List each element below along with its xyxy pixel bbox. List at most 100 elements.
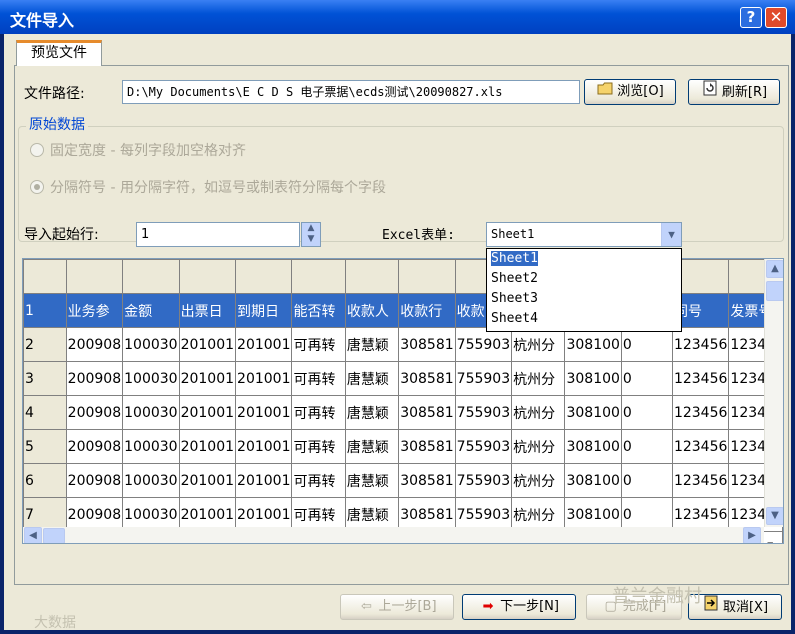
hscroll-thumb[interactable]	[43, 528, 65, 543]
table-cell[interactable]: 唐慧颖	[344, 361, 400, 396]
table-cell[interactable]: 755903	[454, 463, 513, 498]
table-cell[interactable]: 201001	[178, 395, 237, 430]
table-cell[interactable]: 可再转	[291, 395, 346, 430]
table-cell[interactable]: 杭州分	[511, 361, 566, 396]
table-cell[interactable]: 可再转	[291, 429, 346, 464]
table-cell[interactable]: 755903	[454, 361, 513, 396]
sheet-option[interactable]: Sheet3	[487, 289, 681, 309]
column-header[interactable]	[344, 259, 400, 294]
table-cell[interactable]: 755903	[454, 327, 513, 362]
table-cell[interactable]: 201001	[178, 361, 237, 396]
column-header[interactable]	[65, 259, 124, 294]
file-path-field[interactable]: D:\My Documents\E C D S 电子票据\ecds测试\2009…	[122, 80, 580, 104]
table-cell[interactable]: 金额	[122, 293, 180, 328]
table-cell[interactable]: 杭州分	[511, 327, 566, 362]
title-bar[interactable]: 文件导入 ? ✕	[0, 0, 795, 34]
table-cell[interactable]: 可再转	[291, 361, 346, 396]
table-cell[interactable]: 755903	[454, 429, 513, 464]
table-cell[interactable]: 可再转	[291, 327, 346, 362]
help-button[interactable]: ?	[740, 7, 762, 28]
table-cell[interactable]: 200908	[65, 361, 124, 396]
table-cell[interactable]: 唐慧颖	[344, 327, 400, 362]
table-cell[interactable]: 唐慧颖	[344, 463, 400, 498]
table-cell[interactable]: 123456	[671, 327, 730, 362]
column-header[interactable]	[235, 259, 293, 294]
table-cell[interactable]: 201001	[178, 327, 237, 362]
table-cell[interactable]: 到期日	[235, 293, 293, 328]
sheet-option[interactable]: Sheet4	[487, 309, 681, 329]
table-cell[interactable]: 200908	[65, 429, 124, 464]
spin-down-icon[interactable]: ▼	[302, 234, 320, 245]
horizontal-scrollbar[interactable]: ◀ ▶	[23, 527, 764, 543]
row-number-cell[interactable]: 1	[23, 293, 67, 328]
table-cell[interactable]: 201001	[235, 395, 293, 430]
table-cell[interactable]: 123456	[671, 463, 730, 498]
table-cell[interactable]: 755903	[454, 395, 513, 430]
table-row[interactable]: 2 200908 100030 201001 201001 可再转 唐慧颖 308581 755…	[23, 327, 783, 362]
table-cell[interactable]: 308100	[564, 327, 622, 362]
table-row[interactable]: 4 200908 100030 201001 201001 可再转 唐慧颖 308581 755…	[23, 395, 783, 430]
table-cell[interactable]: 能否转	[291, 293, 346, 328]
table-cell[interactable]: 201001	[235, 361, 293, 396]
spin-up-icon[interactable]: ▲	[302, 223, 320, 234]
fixed-width-radio[interactable]	[30, 143, 44, 157]
table-cell[interactable]: 201001	[178, 429, 237, 464]
prev-button[interactable]: ⇦ 上一步[B]	[340, 594, 454, 620]
table-cell[interactable]: 0	[620, 327, 673, 362]
table-cell[interactable]: 唐慧颖	[344, 395, 400, 430]
table-cell[interactable]: 308100	[564, 361, 622, 396]
next-button[interactable]: ➡ 下一步[N]	[462, 594, 576, 620]
table-cell[interactable]: 杭州分	[511, 395, 566, 430]
row-number-cell[interactable]: 3	[23, 361, 67, 396]
table-cell[interactable]: 收款行	[398, 293, 456, 328]
cancel-button[interactable]: 取消[X]	[688, 594, 782, 620]
start-row-input[interactable]: 1	[136, 222, 300, 247]
table-cell[interactable]: 0	[620, 429, 673, 464]
table-cell[interactable]: 0	[620, 361, 673, 396]
table-cell[interactable]: 出票日	[178, 293, 237, 328]
scroll-up-icon[interactable]: ▲	[766, 260, 783, 278]
table-cell[interactable]: 123456	[671, 361, 730, 396]
table-cell[interactable]: 201001	[235, 463, 293, 498]
table-cell[interactable]: 308100	[564, 463, 622, 498]
table-cell[interactable]: 0	[620, 395, 673, 430]
table-cell[interactable]: 杭州分	[511, 463, 566, 498]
table-cell[interactable]: 业务参	[65, 293, 124, 328]
scroll-right-icon[interactable]: ▶	[743, 527, 761, 543]
row-number-cell[interactable]: 5	[23, 429, 67, 464]
scroll-thumb[interactable]	[766, 281, 783, 301]
table-cell[interactable]: 308100	[564, 429, 622, 464]
vertical-scrollbar[interactable]: ▲ ▼	[764, 259, 783, 527]
row-number-cell[interactable]: 4	[23, 395, 67, 430]
table-cell[interactable]: 200908	[65, 327, 124, 362]
table-cell[interactable]: 0	[620, 463, 673, 498]
table-cell[interactable]: 100030	[122, 361, 180, 396]
refresh-button[interactable]: 刷新[R]	[688, 79, 780, 105]
table-row[interactable]: 5 200908 100030 201001 201001 可再转 唐慧颖 308581 755…	[23, 429, 783, 464]
sheet-option[interactable]: Sheet2	[487, 269, 681, 289]
grid-corner-cell[interactable]	[23, 259, 67, 294]
table-row[interactable]: 3 200908 100030 201001 201001 可再转 唐慧颖 308581 755…	[23, 361, 783, 396]
sheet-option[interactable]: Sheet1	[487, 249, 681, 269]
table-cell[interactable]: 100030	[122, 463, 180, 498]
start-row-spinner[interactable]: ▲ ▼	[301, 222, 321, 247]
row-number-cell[interactable]: 2	[23, 327, 67, 362]
scroll-left-icon[interactable]: ◀	[24, 527, 42, 543]
table-cell[interactable]: 200908	[65, 463, 124, 498]
scroll-down-icon[interactable]: ▼	[766, 507, 783, 525]
table-cell[interactable]: 100030	[122, 327, 180, 362]
browse-button[interactable]: 浏览[O]	[584, 79, 676, 105]
table-cell[interactable]: 308581	[398, 327, 456, 362]
table-cell[interactable]: 100030	[122, 395, 180, 430]
chevron-down-icon[interactable]: ▼	[661, 223, 681, 246]
column-header[interactable]	[178, 259, 237, 294]
table-cell[interactable]: 308581	[398, 429, 456, 464]
table-cell[interactable]: 308581	[398, 361, 456, 396]
tab-preview-file[interactable]: 预览文件	[16, 40, 102, 66]
table-cell[interactable]: 收款人	[344, 293, 400, 328]
table-cell[interactable]: 201001	[235, 429, 293, 464]
table-cell[interactable]: 201001	[235, 327, 293, 362]
delimited-radio[interactable]	[30, 180, 44, 194]
column-header[interactable]	[122, 259, 180, 294]
sheet-select[interactable]: Sheet1 ▼	[486, 222, 682, 247]
